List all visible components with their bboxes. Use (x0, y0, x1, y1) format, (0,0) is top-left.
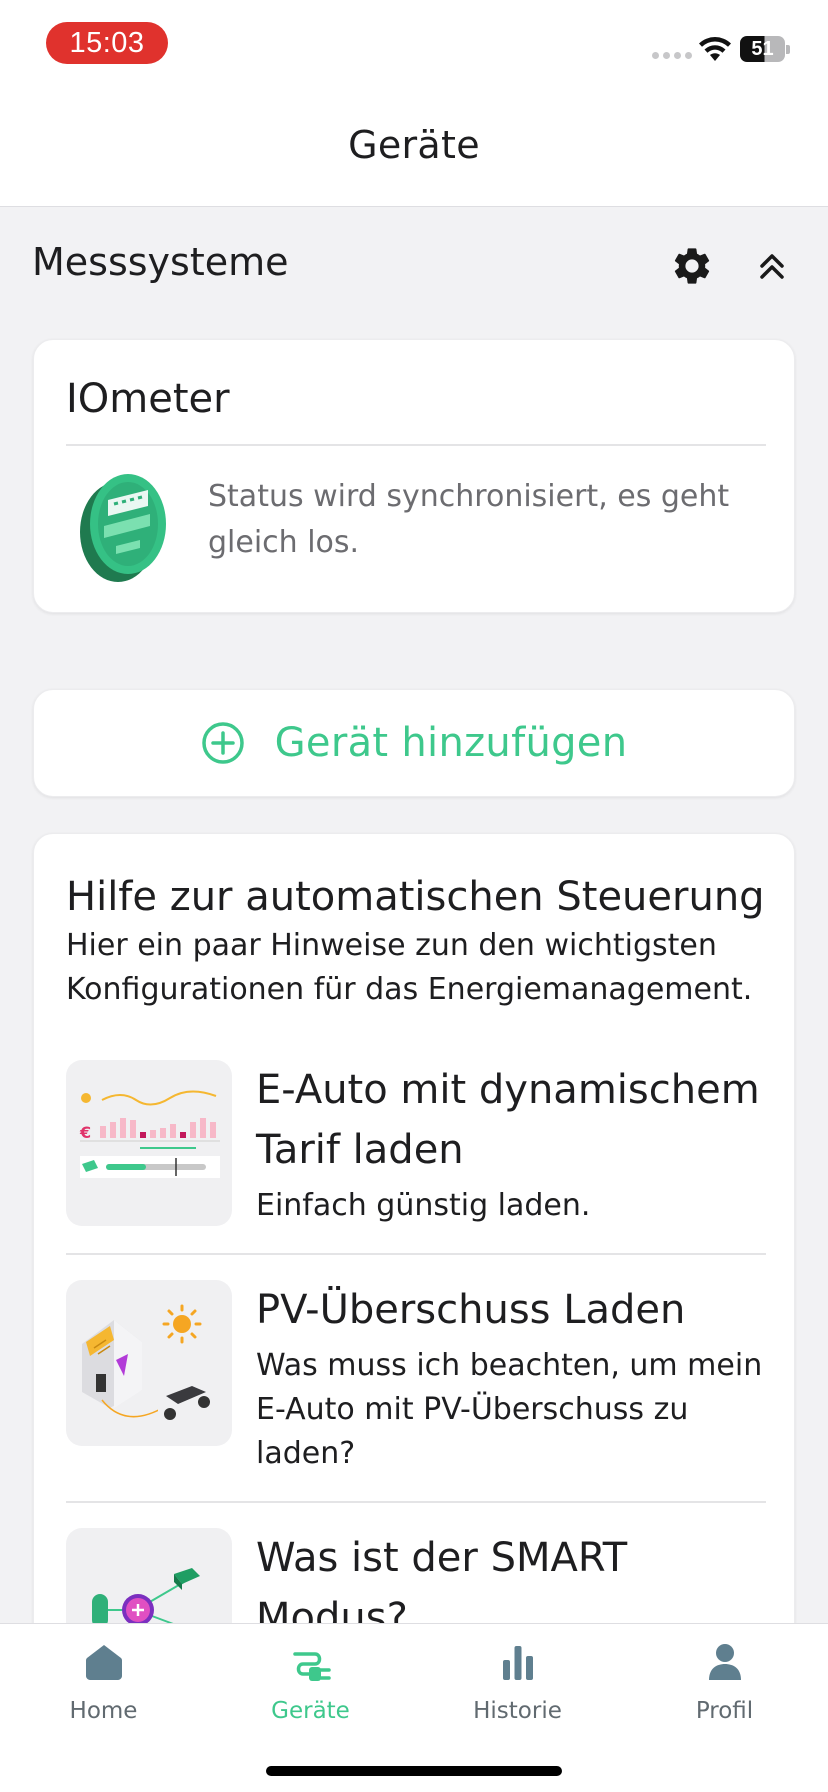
help-subtitle: Hier ein paar Hinweise zun den wichtigst… (66, 928, 753, 1007)
person-icon (708, 1644, 741, 1680)
device-card[interactable]: IOmeter Status wird synchronisiert, es g… (33, 339, 795, 613)
guide-item-pv-surplus[interactable]: PV-Überschuss Laden Was muss ich beachte… (66, 1280, 766, 1500)
tab-label: Historie (473, 1698, 562, 1724)
plus-circle-icon (201, 722, 244, 764)
cellular-signal-icon (652, 52, 692, 59)
guide-description: Einfach günstig laden. (256, 1188, 591, 1223)
divider (66, 444, 766, 446)
divider (66, 1501, 766, 1503)
home-indicator (266, 1766, 562, 1776)
tab-home[interactable]: Home (0, 1624, 207, 1734)
dynamic-tariff-illustration: € (66, 1060, 232, 1226)
tab-label: Home (69, 1698, 138, 1724)
plug-icon (292, 1652, 331, 1681)
wifi-icon (699, 37, 731, 61)
section-title: Messsysteme (32, 240, 289, 284)
page-title: Geräte (348, 123, 480, 167)
bar-chart-icon (502, 1646, 533, 1680)
add-device-button[interactable]: Gerät hinzufügen (33, 689, 795, 797)
status-bar: 15:03 51 (0, 0, 828, 92)
guide-title: PV-Überschuss Laden (256, 1287, 686, 1333)
tab-history[interactable]: Historie (414, 1624, 621, 1734)
device-status-text: Status wird synchronisiert, es geht glei… (208, 479, 730, 560)
guide-item-dynamic-tariff[interactable]: € E-Auto mit dynamischem Tarif laden Ein… (66, 1060, 766, 1230)
tab-devices[interactable]: Geräte (207, 1624, 414, 1734)
battery-level: 51 (740, 36, 785, 62)
tab-label: Profil (695, 1698, 754, 1724)
guide-title: E-Auto mit dynamischem Tarif laden (256, 1067, 760, 1173)
status-time: 15:03 (46, 22, 168, 64)
home-icon (85, 1645, 122, 1680)
meter-device-icon (80, 474, 166, 582)
device-name: IOmeter (66, 376, 230, 422)
add-device-label: Gerät hinzufügen (274, 720, 628, 766)
help-title: Hilfe zur automatischen Steuerung (66, 874, 765, 920)
gear-icon[interactable] (670, 244, 714, 288)
tab-profile[interactable]: Profil (621, 1624, 828, 1734)
guide-description: Was muss ich beachten, um mein E-Auto mi… (256, 1348, 763, 1471)
nav-header: Geräte (0, 92, 828, 207)
chevron-double-up-icon[interactable] (756, 248, 788, 284)
tab-label: Geräte (271, 1698, 350, 1724)
pv-surplus-illustration (66, 1280, 232, 1446)
divider (66, 1253, 766, 1255)
svg-text:€: € (79, 1123, 91, 1142)
battery-icon: 51 (740, 36, 790, 62)
